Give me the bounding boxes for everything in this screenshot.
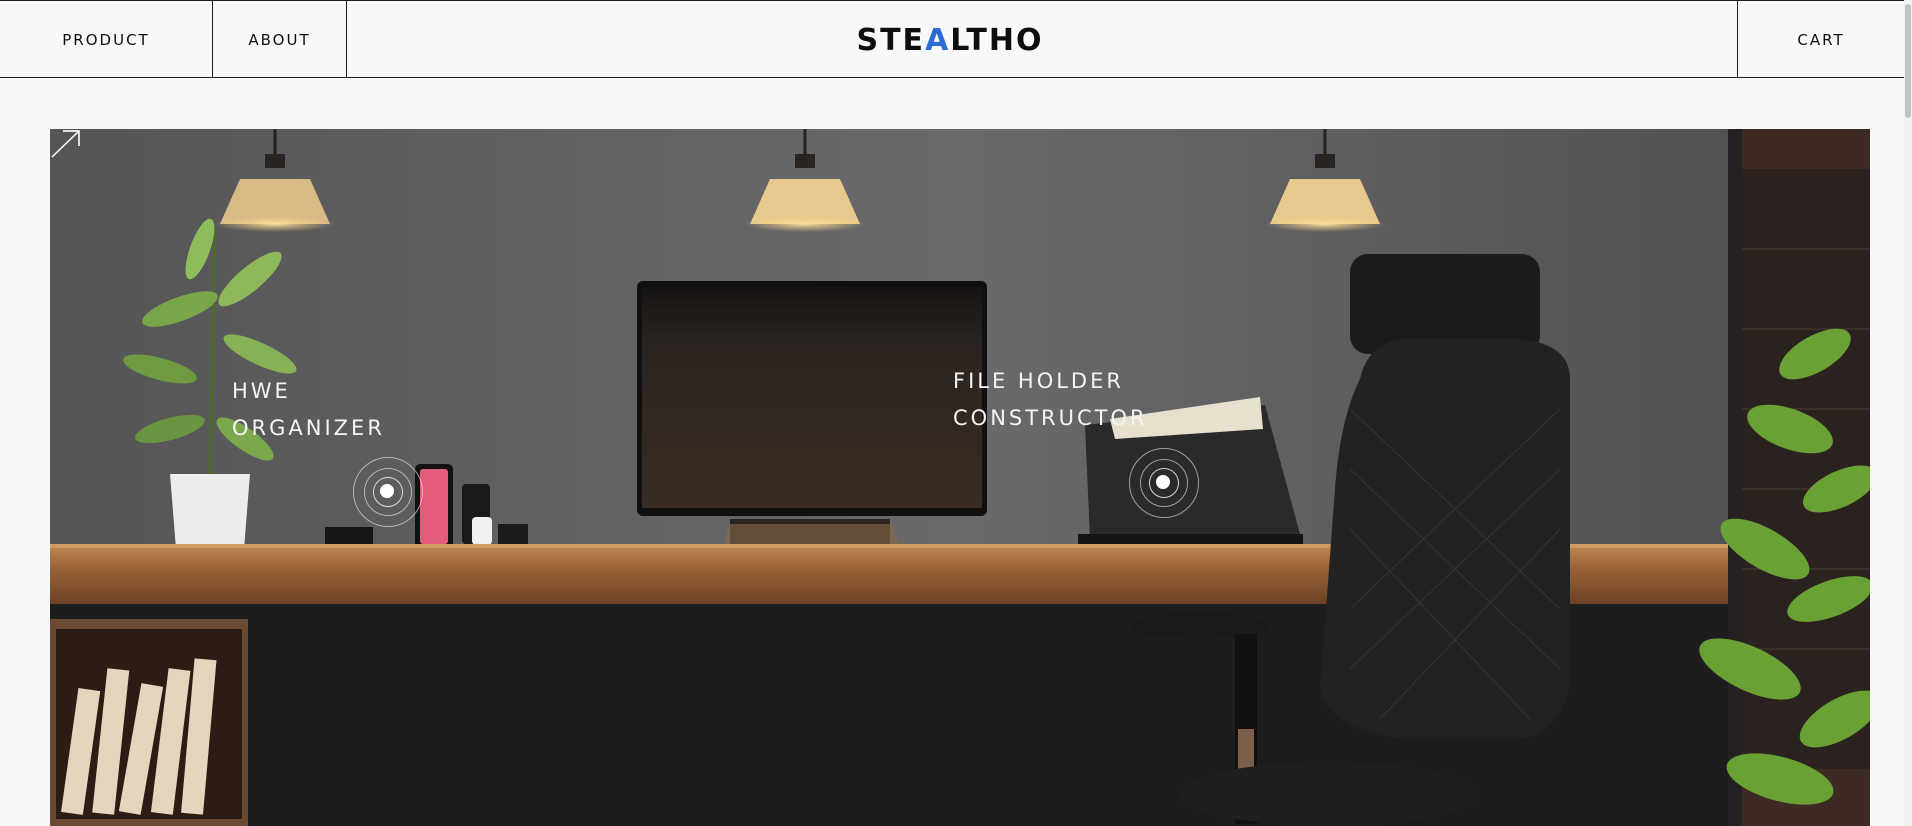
nav-cart-link[interactable]: CART [1737, 1, 1904, 78]
hotspot-label-file-holder-constructor[interactable]: FILE HOLDER CONSTRUCTOR [953, 363, 1148, 437]
nav-about-link[interactable]: ABOUT [213, 1, 347, 78]
logo-text-part2: LTHO [950, 22, 1044, 58]
hotspot-file-holder-constructor[interactable] [1129, 448, 1199, 518]
hotspot-dot [380, 484, 394, 498]
site-logo[interactable]: STE A LTHO [830, 17, 1070, 63]
hotspot-label-line2: CONSTRUCTOR [953, 406, 1148, 430]
hotspot-label-line2: ORGANIZER [232, 416, 385, 440]
logo-text-accent: A [925, 22, 951, 58]
page-scrollbar[interactable] [1904, 0, 1912, 826]
arrow-up-right-icon[interactable] [50, 129, 82, 159]
hotspot-label-line1: FILE HOLDER [953, 369, 1124, 393]
logo-text-part1: STE [856, 22, 926, 58]
nav-product-link[interactable]: PRODUCT [0, 1, 213, 78]
hero-banner: HWE ORGANIZER FILE HOLDER CONSTRUCTOR [50, 129, 1870, 826]
hotspot-label-line1: HWE [232, 379, 291, 403]
hotspot-hwe-organizer[interactable] [353, 457, 423, 527]
hotspot-dot [1156, 475, 1170, 489]
hero-scene-illustration [50, 129, 1870, 826]
hotspot-label-hwe-organizer[interactable]: HWE ORGANIZER [232, 373, 385, 447]
scrollbar-thumb[interactable] [1905, 4, 1911, 118]
top-nav-bar: PRODUCT ABOUT STE A LTHO CART [0, 0, 1904, 78]
